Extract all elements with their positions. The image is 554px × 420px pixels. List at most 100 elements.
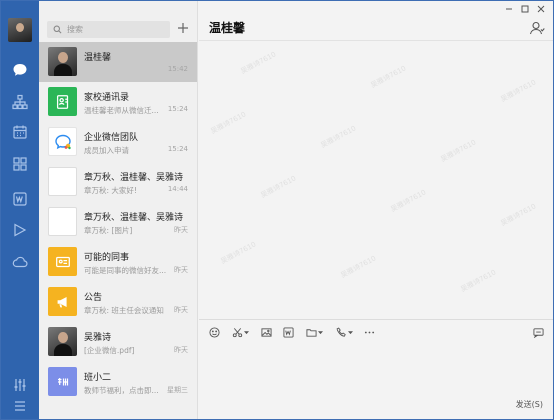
conversation-item[interactable]: 温桂馨 15:42 xyxy=(39,42,197,82)
conversation-item[interactable]: 章万秋、温桂馨、吴雅诗 章万秋: [图片] 昨天 xyxy=(39,202,197,242)
watermark: 吴雅诗7610 xyxy=(369,64,408,90)
word-doc-icon xyxy=(283,326,294,338)
wecom-team-icon xyxy=(48,127,77,156)
maximize-icon xyxy=(521,5,529,13)
calendar-icon[interactable] xyxy=(10,122,30,142)
docs-icon[interactable] xyxy=(10,189,30,209)
conversation-time: 昨天 xyxy=(174,306,188,314)
conversation-time: 昨天 xyxy=(174,266,188,274)
image-button[interactable] xyxy=(261,325,272,339)
search-placeholder: 搜索 xyxy=(67,25,83,34)
conversation-name: 班小二 xyxy=(84,373,112,383)
more-button[interactable] xyxy=(364,325,375,339)
conversation-preview: 可能是同事的微信好友... xyxy=(84,266,167,275)
my-avatar[interactable] xyxy=(8,18,32,42)
search-icon xyxy=(53,25,62,34)
settings-sliders-icon[interactable] xyxy=(10,375,30,395)
conversation-name: 企业微信团队 xyxy=(84,133,139,143)
scissors-icon xyxy=(232,327,243,337)
conversation-preview: 成员加入申请 xyxy=(84,146,129,155)
conversation-preview: 温桂馨老师从微信迁... xyxy=(84,106,159,115)
watermark: 吴雅诗7610 xyxy=(459,268,498,294)
maximize-button[interactable] xyxy=(517,2,533,16)
conversation-item[interactable]: 章万秋、温桂馨、吴雅诗 章万秋: 大家好! 14:44 xyxy=(39,162,197,202)
avatar xyxy=(48,47,77,76)
conversation-name: 公告 xyxy=(84,293,103,303)
watermark: 吴雅诗7610 xyxy=(389,188,428,214)
plus-icon xyxy=(178,23,188,33)
message-input[interactable] xyxy=(199,343,553,395)
watermark: 吴雅诗7610 xyxy=(319,124,358,150)
input-toolbar xyxy=(199,319,553,343)
file-button[interactable] xyxy=(306,325,323,339)
conversation-time: 15:42 xyxy=(167,65,188,73)
conversation-time: 昨天 xyxy=(174,226,188,234)
conversation-name: 章万秋、温桂馨、吴雅诗 xyxy=(84,213,184,223)
conversation-name: 吴雅诗 xyxy=(84,333,112,343)
contacts-org-icon[interactable] xyxy=(10,92,30,112)
add-button[interactable] xyxy=(175,18,191,38)
watermark: 吴雅诗7610 xyxy=(499,78,538,104)
conversation-item[interactable]: 公告 章万秋: 班主任会议通知 昨天 xyxy=(39,282,197,322)
search-input[interactable]: 搜索 xyxy=(47,21,170,38)
chat-history-icon xyxy=(533,327,544,338)
messages-icon[interactable] xyxy=(10,60,30,80)
conversation-item[interactable]: 家校通讯录 温桂馨老师从微信迁... 15:24 xyxy=(39,82,197,122)
conversation-time: 15:24 xyxy=(167,145,188,153)
history-button[interactable] xyxy=(533,325,544,339)
group-avatar xyxy=(48,207,77,236)
watermark: 吴雅诗7610 xyxy=(239,50,278,76)
minimize-button[interactable] xyxy=(501,2,517,16)
watermark: 吴雅诗7610 xyxy=(339,254,378,280)
emoji-icon xyxy=(209,326,220,338)
screenshot-button[interactable] xyxy=(232,325,249,339)
nav-rail xyxy=(1,1,39,419)
conversation-time: 昨天 xyxy=(174,346,188,354)
chevron-down-icon xyxy=(348,330,353,334)
group-avatar xyxy=(48,167,77,196)
image-icon xyxy=(261,327,272,337)
cloud-drive-icon[interactable] xyxy=(10,252,30,272)
emoji-button[interactable] xyxy=(209,325,220,339)
chevron-down-icon xyxy=(318,330,323,334)
conversation-preview: [企业微信.pdf] xyxy=(84,346,135,355)
profile-icon[interactable] xyxy=(529,20,545,36)
conversation-name: 家校通讯录 xyxy=(84,93,130,103)
minimize-icon xyxy=(506,8,512,10)
watermark: 吴雅诗7610 xyxy=(259,174,298,200)
conversation-name: 可能的同事 xyxy=(84,253,130,263)
conversation-time: 星期三 xyxy=(167,386,188,394)
conversation-preview: 章万秋: [图片] xyxy=(84,226,133,235)
call-button[interactable] xyxy=(336,325,353,339)
chat-pane: 温桂馨 吴雅诗7610 吴雅诗7610 吴雅诗7610 吴雅诗7610 吴雅诗7… xyxy=(199,1,553,419)
message-area: 吴雅诗7610 吴雅诗7610 吴雅诗7610 吴雅诗7610 吴雅诗7610 … xyxy=(199,42,553,318)
watermark: 吴雅诗7610 xyxy=(209,110,248,136)
close-button[interactable] xyxy=(533,2,549,16)
conversation-name: 章万秋、温桂馨、吴雅诗 xyxy=(84,173,184,183)
workbench-icon[interactable] xyxy=(10,154,30,174)
phone-icon xyxy=(336,327,346,337)
id-card-icon xyxy=(48,247,77,276)
chevron-down-icon xyxy=(244,330,249,334)
conversation-list: 搜索 温桂馨 15:42 家校通讯录 温桂馨老师从微信迁... 15:24 企业… xyxy=(39,1,198,419)
app-window: 搜索 温桂馨 15:42 家校通讯录 温桂馨老师从微信迁... 15:24 企业… xyxy=(0,0,554,420)
conversation-time: 15:24 xyxy=(167,105,188,113)
meeting-icon[interactable] xyxy=(10,220,30,240)
menu-icon[interactable] xyxy=(10,396,30,416)
send-button[interactable]: 发送(S) xyxy=(516,399,543,410)
document-button[interactable] xyxy=(283,325,294,339)
conversation-preview: 教师节福利，点击即... xyxy=(84,386,159,395)
avatar xyxy=(48,327,77,356)
watermark: 吴雅诗7610 xyxy=(499,202,538,228)
close-icon xyxy=(537,5,545,13)
conversation-name: 温桂馨 xyxy=(84,53,112,63)
megaphone-icon xyxy=(48,287,77,316)
conversation-item[interactable]: 吴雅诗 [企业微信.pdf] 昨天 xyxy=(39,322,197,362)
watermark: 吴雅诗7610 xyxy=(219,240,258,266)
chat-header: 温桂馨 xyxy=(199,1,553,41)
conversation-item[interactable]: 企业微信团队 成员加入申请 15:24 xyxy=(39,122,197,162)
more-icon xyxy=(364,331,375,333)
conversation-preview: 章万秋: 大家好! xyxy=(84,186,137,195)
conversation-item[interactable]: 可能的同事 可能是同事的微信好友... 昨天 xyxy=(39,242,197,282)
conversation-item[interactable]: 班小二 教师节福利，点击即... 星期三 xyxy=(39,362,197,402)
